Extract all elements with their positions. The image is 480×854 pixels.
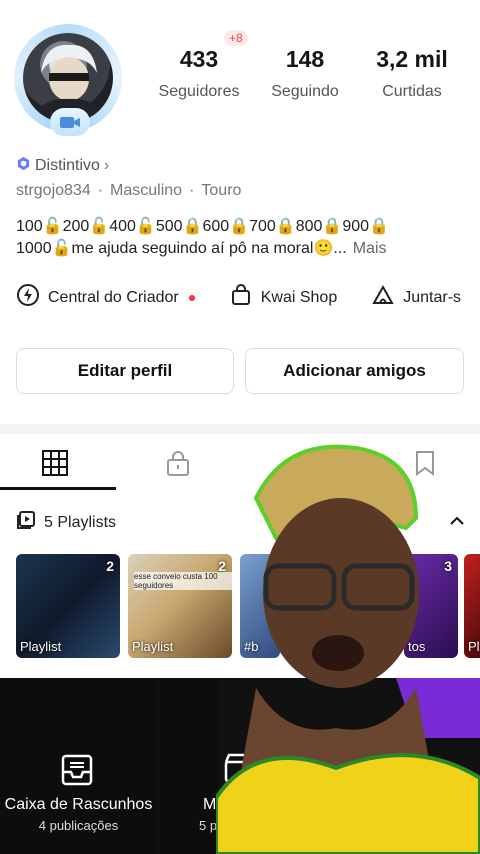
badge-icon bbox=[16, 156, 31, 176]
kwai-shop-link[interactable]: Kwai Shop bbox=[229, 283, 338, 312]
lock-icon bbox=[167, 451, 189, 476]
likes-label: Curtidas bbox=[382, 83, 442, 100]
creator-center-link[interactable]: Central do Criador bbox=[16, 283, 195, 312]
tab-private[interactable] bbox=[163, 448, 193, 478]
drafts-box[interactable]: Caixa de Rascunhos 4 publicações bbox=[0, 678, 157, 854]
bio: 100🔓200🔓400🔓500🔒600🔒700🔒800🔒900🔒 1000🔓me… bbox=[16, 216, 446, 260]
gender: Masculino bbox=[110, 182, 183, 199]
zodiac-sign: Touro bbox=[201, 182, 242, 199]
bio-line-1: 100🔓200🔓400🔓500🔒600🔒700🔒800🔒900🔒 bbox=[16, 218, 389, 235]
drafts-count: 4 publicações bbox=[38, 818, 119, 833]
shortcut-row: Central do Criador Kwai Shop Juntar-s bbox=[16, 283, 480, 312]
likes-count: 3,2 mil bbox=[376, 46, 448, 72]
lightning-icon bbox=[16, 283, 40, 312]
tent-icon bbox=[371, 283, 395, 312]
playlist-caption: Playlist bbox=[20, 639, 62, 654]
playlist-count: 2 bbox=[106, 558, 114, 574]
followers-label: Seguidores bbox=[158, 83, 240, 100]
playlists-title: 5 Playlists bbox=[44, 513, 117, 531]
distintivo-label: Distintivo bbox=[35, 157, 100, 174]
join-link[interactable]: Juntar-s bbox=[371, 283, 461, 312]
chevron-right-icon: › bbox=[103, 157, 110, 174]
following-count: 148 bbox=[285, 46, 325, 72]
followers-stat[interactable]: 433 Seguidores bbox=[144, 46, 254, 101]
playlist-icon bbox=[16, 510, 36, 535]
bio-more-link[interactable]: Mais bbox=[353, 240, 387, 257]
grid-icon bbox=[42, 450, 68, 476]
playlists-header[interactable]: 5 Playlists bbox=[16, 510, 116, 535]
notification-dot bbox=[188, 294, 195, 301]
video-camera-icon bbox=[50, 108, 90, 136]
followers-count: 433 bbox=[179, 46, 219, 72]
following-label: Seguindo bbox=[271, 83, 339, 100]
drafts-title: Caixa de Rascunhos bbox=[4, 796, 153, 813]
profile-meta: strgojo834 · Masculino · Touro bbox=[16, 182, 242, 199]
add-friends-button[interactable]: Adicionar amigos bbox=[245, 348, 464, 394]
profile-avatar[interactable] bbox=[14, 24, 126, 136]
following-stat[interactable]: 148 Seguindo bbox=[250, 46, 360, 101]
playlist-caption: Playlist bbox=[132, 639, 174, 654]
likes-stat[interactable]: 3,2 mil Curtidas bbox=[357, 46, 467, 101]
inbox-icon bbox=[59, 752, 95, 793]
bio-line-2: 1000🔓me ajuda seguindo aí pô na moral🙂..… bbox=[16, 240, 347, 257]
tab-posts[interactable] bbox=[40, 448, 70, 478]
edit-profile-button[interactable]: Editar perfil bbox=[16, 348, 234, 394]
grid-cell-2[interactable]: Me 5 pu bbox=[159, 678, 254, 854]
section-divider bbox=[0, 424, 480, 434]
video-overlay-person bbox=[216, 438, 480, 854]
active-tab-indicator bbox=[0, 487, 116, 490]
username: strgojo834 bbox=[16, 182, 91, 199]
creator-center-label: Central do Criador bbox=[48, 288, 179, 306]
kwai-shop-label: Kwai Shop bbox=[260, 288, 338, 306]
distintivo-link[interactable]: Distintivo › bbox=[16, 156, 109, 176]
join-label: Juntar-s bbox=[403, 288, 462, 306]
new-followers-badge: +8 bbox=[224, 30, 248, 46]
shopping-bag-icon bbox=[229, 283, 253, 312]
playlist-card[interactable]: 2 Playlist bbox=[16, 554, 120, 658]
